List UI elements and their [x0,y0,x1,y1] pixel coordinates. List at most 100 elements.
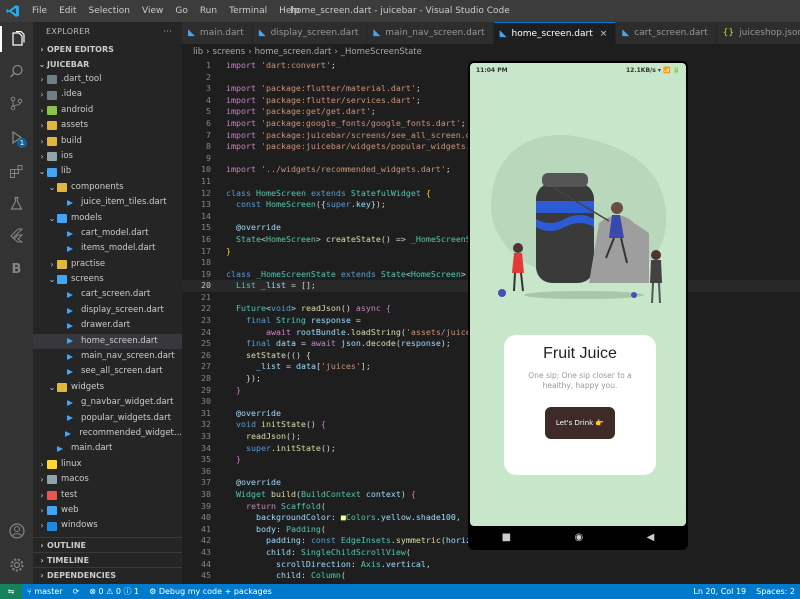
tab-main-dart[interactable]: ◣ main.dart [182,22,253,44]
folder-item[interactable]: › macos [33,472,182,487]
tab-main-nav-screen-dart[interactable]: ◣ main_nav_screen.dart [367,22,494,44]
cursor-position[interactable]: Ln 20, Col 19 [688,584,751,599]
menu-edit[interactable]: Edit [53,0,82,22]
folder-item[interactable]: ⌄ models [33,211,182,226]
folder-item[interactable]: ⌄ lib [33,164,182,179]
bloc-icon[interactable]: B [0,256,33,282]
folder-item[interactable]: ⌄ widgets [33,380,182,395]
status-bar: ⇋ ⑂ master ⟳ ⊗ 0 ⚠ 0 ⓘ 1 ⚙ Debug my code… [0,584,800,599]
file-item[interactable]: items_model.dart [33,241,182,256]
folder-item[interactable]: ⌄ components [33,180,182,195]
recent-apps-button[interactable]: ■ [502,532,511,543]
branch-item[interactable]: ⑂ master [22,584,68,599]
file-item[interactable]: see_all_screen.dart [33,364,182,379]
menu-go[interactable]: Go [169,0,193,22]
menu-run[interactable]: Run [194,0,223,22]
menu-help[interactable]: Help [273,0,306,22]
line-number: 27 [201,361,211,372]
file-item[interactable]: g_navbar_widget.dart [33,395,182,410]
file-item[interactable]: display_screen.dart [33,303,182,318]
tab-juiceshop-json[interactable]: {} juiceshop.json [716,22,800,44]
code-line[interactable]: 45 child: Column( [182,570,800,582]
tab-display-screen-dart[interactable]: ◣ display_screen.dart [252,22,368,44]
line-number: 8 [206,141,211,152]
file-item[interactable]: home_screen.dart [33,333,182,350]
dependencies-section[interactable]: › DEPENDENCIES [33,567,182,582]
code-token: const [310,535,341,546]
file-item[interactable]: cart_model.dart [33,226,182,241]
file-item[interactable]: drawer.dart [33,318,182,333]
code-token: State [226,233,261,244]
back-button[interactable]: ◀ [647,532,655,543]
extensions-icon[interactable] [0,158,33,184]
indentation-item[interactable]: Spaces: 2 [751,584,800,599]
code-token: await [226,326,296,337]
file-item[interactable]: juice_item_tiles.dart [33,195,182,210]
breadcrumb-item[interactable]: home_screen.dart [255,47,332,57]
folder-item[interactable]: › test [33,488,182,503]
file-tree: › .dart_tool › .idea › android › assets › build › i… [33,72,182,534]
folder-item[interactable]: › practise [33,257,182,272]
sync-icon[interactable]: ⟳ [68,584,85,599]
tab-home-screen-dart[interactable]: ◣ home_screen.dart × [493,22,617,45]
tab-cart-screen-dart[interactable]: ◣ cart_screen.dart [616,22,717,44]
debug-config-item[interactable]: ⚙ Debug my code + packages [144,584,277,599]
tree-item-label: display_screen.dart [81,304,164,315]
file-item[interactable]: main_nav_screen.dart [33,349,182,364]
code-token: decode [365,338,396,349]
flutter-icon[interactable] [0,222,33,248]
chevron-down-icon: ⌄ [48,275,56,285]
open-editors-section[interactable]: › OPEN EDITORS [33,42,182,57]
close-icon[interactable]: × [600,23,608,45]
code-line[interactable]: 44 scrollDirection: Axis.vertical, [182,559,800,571]
file-item[interactable]: main.dart [33,441,182,456]
timeline-section[interactable]: › TIMELINE [33,552,182,567]
testing-icon[interactable] [0,190,33,216]
folder-item[interactable]: › build [33,134,182,149]
folder-item[interactable]: › ios [33,149,182,164]
folder-icon [47,152,57,162]
breadcrumb-item[interactable]: screens [213,47,246,57]
files-icon[interactable] [0,26,33,52]
search-icon[interactable] [0,58,33,84]
file-item[interactable]: popular_widgets.dart [33,411,182,426]
breadcrumb-item[interactable]: lib [193,47,203,57]
menu-file[interactable]: File [26,0,53,22]
folder-item[interactable]: › assets [33,118,182,133]
tree-item-label: items_model.dart [81,243,156,254]
file-item[interactable]: cart_screen.dart [33,287,182,302]
project-section[interactable]: ⌄ JUICEBAR [33,57,182,72]
line-number: 28 [201,373,211,384]
run-debug-icon[interactable]: 1 [0,124,33,150]
settings-gear-icon[interactable] [0,552,33,578]
menu-terminal[interactable]: Terminal [223,0,273,22]
line-number: 10 [201,164,211,175]
folder-item[interactable]: › windows [33,518,182,533]
remote-icon[interactable]: ⇋ [0,584,22,599]
account-icon[interactable] [0,518,33,544]
folder-icon [57,259,67,269]
folder-item[interactable]: › web [33,503,182,518]
file-item[interactable]: recommended_widget... [33,426,182,441]
line-number: 9 [206,152,211,163]
source-control-icon[interactable] [0,90,33,116]
line-number: 1 [206,60,211,70]
folder-item[interactable]: › android [33,103,182,118]
menu-selection[interactable]: Selection [83,0,136,22]
branch-label: master [34,587,63,596]
folder-item[interactable]: ⌄ screens [33,272,182,287]
more-actions-icon[interactable]: ··· [163,22,172,42]
chevron-down-icon: ⌄ [48,182,56,192]
line-number: 34 [201,442,211,453]
menu-view[interactable]: View [136,0,169,22]
problems-item[interactable]: ⊗ 0 ⚠ 0 ⓘ 1 [84,584,144,599]
line-number: 5 [206,106,211,117]
dart-file-icon: ◣ [258,28,266,38]
lets-drink-button[interactable]: Let's Drink 👉 [545,407,615,439]
outline-section[interactable]: › OUTLINE [33,537,182,552]
folder-item[interactable]: › .dart_tool [33,72,182,87]
folder-item[interactable]: › linux [33,457,182,472]
folder-item[interactable]: › .idea [33,87,182,102]
breadcrumb-item[interactable]: _HomeScreenState [341,47,422,57]
home-button[interactable]: ◉ [574,532,583,543]
